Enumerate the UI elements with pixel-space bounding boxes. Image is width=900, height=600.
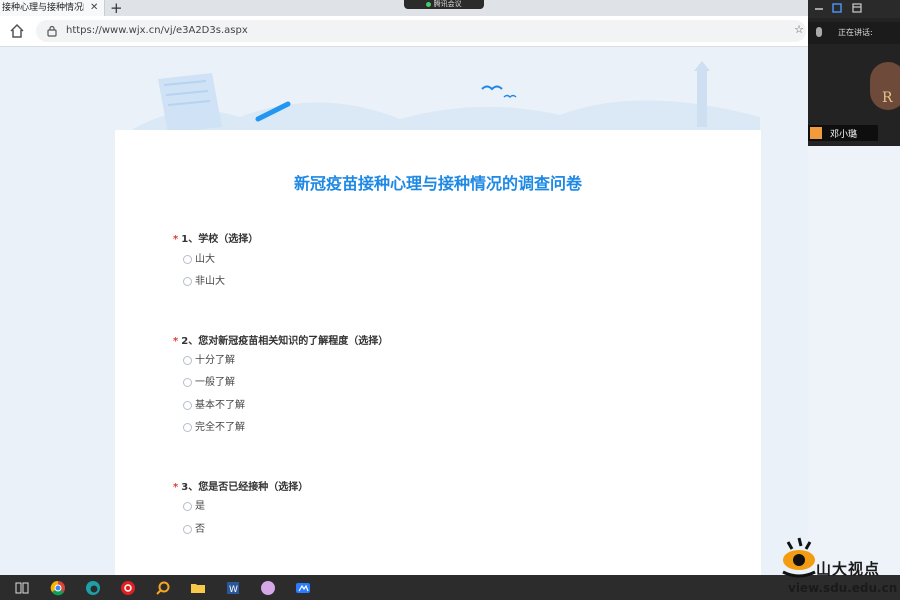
option-label: 非山大 (195, 276, 225, 287)
question-3-label: * 3、您是否已经接种（选择） (173, 482, 309, 493)
user-icon (810, 127, 822, 139)
window-icon[interactable] (832, 3, 842, 13)
sdu-watermark: 山大视点 view.sdu.edu.cn (776, 534, 900, 600)
netease-music-icon[interactable] (120, 580, 136, 596)
banner-illustration (120, 61, 760, 137)
radio-button[interactable] (183, 276, 192, 286)
watermark-title: 山大视点 (816, 560, 881, 578)
required-marker: * (173, 482, 179, 493)
video-panel: 正在讲话: R 邓小璐 (808, 0, 900, 146)
survey-card: 新冠疫苗接种心理与接种情况的调查问卷 * 1、学校（选择） 山大 非山大 * 2、您… (115, 130, 761, 580)
microphone-icon (816, 27, 822, 37)
word-icon[interactable]: W (225, 580, 241, 596)
required-marker: * (173, 234, 179, 245)
url-field[interactable]: https://www.wjx.cn/vj/e3A2D3s.aspx ☆ (36, 20, 806, 42)
browser-tab[interactable]: 接种心理与接种情况的 ✕ (0, 0, 105, 16)
close-tab-icon[interactable]: ✕ (90, 0, 98, 16)
radio-button[interactable] (183, 377, 192, 387)
favorite-icon[interactable]: ☆ (794, 23, 804, 36)
question-2-option-3[interactable]: 基本不了解 (183, 399, 245, 413)
radio-button[interactable] (183, 355, 192, 365)
eye-logo-icon (782, 537, 816, 578)
question-3-option-1[interactable]: 是 (183, 500, 205, 514)
question-1-option-2[interactable]: 非山大 (183, 275, 225, 289)
layout-icon[interactable] (852, 3, 862, 13)
tencent-meeting-icon[interactable] (295, 580, 311, 596)
question-2-option-4[interactable]: 完全不了解 (183, 421, 245, 435)
meeting-title: 腾讯会议 (433, 0, 462, 8)
option-label: 完全不了解 (195, 422, 245, 433)
app-icon[interactable] (260, 580, 276, 596)
radio-button[interactable] (183, 524, 192, 534)
taskbar: W (0, 575, 900, 600)
new-tab-button[interactable]: + (110, 0, 123, 17)
question-3-option-2[interactable]: 否 (183, 523, 205, 537)
edge-icon[interactable] (85, 580, 101, 596)
option-label: 一般了解 (195, 377, 235, 388)
radio-button[interactable] (183, 422, 192, 432)
svg-text:W: W (229, 585, 238, 595)
speaking-label: 正在讲话: (838, 28, 873, 37)
survey-title: 新冠疫苗接种心理与接种情况的调查问卷 (293, 174, 582, 193)
participant-video[interactable]: R (870, 62, 900, 110)
required-marker: * (173, 336, 179, 347)
speaking-indicator: 正在讲话: (808, 22, 900, 44)
avatar-letter: R (882, 90, 893, 106)
question-2-label: * 2、您对新冠疫苗相关知识的了解程度（选择） (173, 336, 389, 347)
radio-button[interactable] (183, 254, 192, 264)
participant-nameplate: 邓小璐 (808, 125, 878, 141)
question-2-option-2[interactable]: 一般了解 (183, 376, 235, 390)
tab-strip: 接种心理与接种情况的 ✕ + 腾讯会议 (0, 0, 900, 17)
question-2-option-1[interactable]: 十分了解 (183, 354, 235, 368)
address-bar-row: https://www.wjx.cn/vj/e3A2D3s.aspx ☆ (0, 16, 808, 47)
question-1-option-1[interactable]: 山大 (183, 253, 215, 267)
search-icon[interactable] (155, 580, 171, 596)
option-label: 山大 (195, 254, 215, 265)
meeting-live-icon (426, 1, 432, 7)
question-1-label: * 1、学校（选择） (173, 234, 259, 245)
lock-icon[interactable] (46, 25, 58, 37)
home-icon[interactable] (9, 23, 25, 39)
meeting-status-bar[interactable]: 腾讯会议 (404, 0, 484, 9)
radio-button[interactable] (183, 501, 192, 511)
file-explorer-icon[interactable] (190, 580, 206, 596)
task-view-icon[interactable] (14, 580, 30, 596)
watermark-url: view.sdu.edu.cn (788, 581, 898, 595)
video-panel-toolbar (808, 0, 900, 18)
chrome-icon[interactable] (50, 580, 66, 596)
option-label: 是 (195, 501, 205, 512)
radio-button[interactable] (183, 400, 192, 410)
url-text: https://www.wjx.cn/vj/e3A2D3s.aspx (66, 25, 248, 36)
participant-name: 邓小璐 (830, 130, 858, 140)
option-label: 十分了解 (195, 355, 235, 366)
option-label: 否 (195, 524, 205, 535)
tab-title: 接种心理与接种情况的 (2, 3, 84, 13)
option-label: 基本不了解 (195, 400, 245, 411)
minimize-icon[interactable] (814, 3, 824, 13)
